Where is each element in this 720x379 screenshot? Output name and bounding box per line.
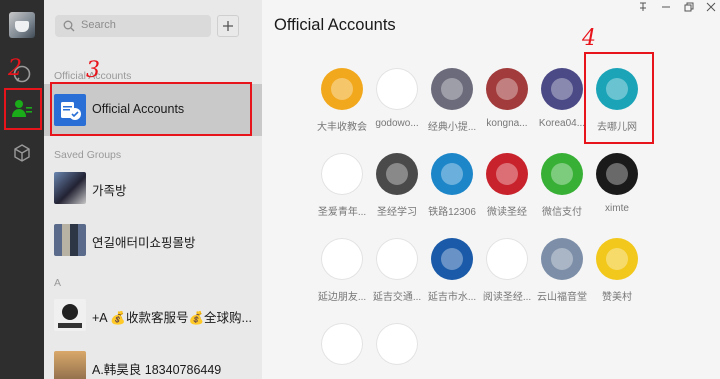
account-avatar bbox=[321, 153, 363, 195]
account-avatar bbox=[486, 238, 528, 280]
maximize-icon[interactable] bbox=[682, 2, 696, 15]
minimize-icon[interactable] bbox=[659, 2, 673, 15]
annotation-number-2: 2 bbox=[8, 56, 22, 81]
annotation-box-2 bbox=[4, 88, 42, 130]
group-item[interactable]: 연길애터미쇼핑몰방 bbox=[44, 214, 262, 266]
account-avatar bbox=[376, 68, 418, 110]
account-avatar bbox=[321, 323, 363, 365]
pin-icon[interactable] bbox=[636, 2, 650, 15]
account-avatar bbox=[431, 153, 473, 195]
account-avatar bbox=[376, 153, 418, 195]
search-icon bbox=[63, 20, 75, 32]
contact-avatar bbox=[54, 351, 86, 379]
contact-name: +A 💰收款客服号💰全球购... bbox=[92, 311, 252, 325]
account-avatar bbox=[431, 68, 473, 110]
search-input[interactable]: Search bbox=[55, 15, 211, 37]
contact-item[interactable]: A.韩昊良 18340786449 bbox=[44, 341, 262, 379]
group-name: 가족방 bbox=[92, 184, 127, 198]
group-avatar bbox=[54, 224, 86, 256]
account-avatar bbox=[541, 153, 583, 195]
annotation-box-4 bbox=[584, 52, 654, 144]
letter-a-label: A bbox=[54, 277, 62, 289]
annotation-number-3: 3 bbox=[86, 58, 100, 83]
group-name: 연길애터미쇼핑몰방 bbox=[92, 236, 196, 250]
account-avatar bbox=[596, 153, 638, 195]
close-icon[interactable] bbox=[704, 2, 718, 15]
contacts-panel: Search Official Accounts Official Accoun… bbox=[44, 0, 262, 379]
account-avatar bbox=[321, 68, 363, 110]
account-avatar bbox=[321, 238, 363, 280]
account-avatar bbox=[376, 238, 418, 280]
account-label: 赞美村 bbox=[602, 292, 632, 303]
cube-icon[interactable] bbox=[10, 141, 34, 165]
contact-item[interactable]: +A 💰收款客服号💰全球购... bbox=[44, 289, 262, 341]
account-avatar bbox=[486, 153, 528, 195]
account-label: ximte bbox=[605, 203, 629, 214]
group-item[interactable]: 가족방 bbox=[44, 162, 262, 214]
left-rail bbox=[0, 0, 44, 379]
group-avatar bbox=[54, 172, 86, 204]
annotation-number-4: 4 bbox=[582, 26, 596, 51]
plus-icon bbox=[223, 21, 233, 31]
page-title: Official Accounts bbox=[274, 16, 396, 34]
user-avatar[interactable] bbox=[9, 12, 35, 38]
account-avatar bbox=[541, 238, 583, 280]
search-placeholder: Search bbox=[81, 19, 116, 31]
add-button[interactable] bbox=[217, 15, 239, 37]
annotation-box-3 bbox=[50, 82, 252, 136]
account-avatar bbox=[596, 238, 638, 280]
account-avatar bbox=[486, 68, 528, 110]
account-avatar bbox=[541, 68, 583, 110]
account-avatar bbox=[376, 323, 418, 365]
account-avatar bbox=[431, 238, 473, 280]
contact-name: A.韩昊良 18340786449 bbox=[92, 363, 222, 377]
saved-groups-label: Saved Groups bbox=[54, 149, 122, 161]
contact-avatar bbox=[54, 299, 86, 331]
